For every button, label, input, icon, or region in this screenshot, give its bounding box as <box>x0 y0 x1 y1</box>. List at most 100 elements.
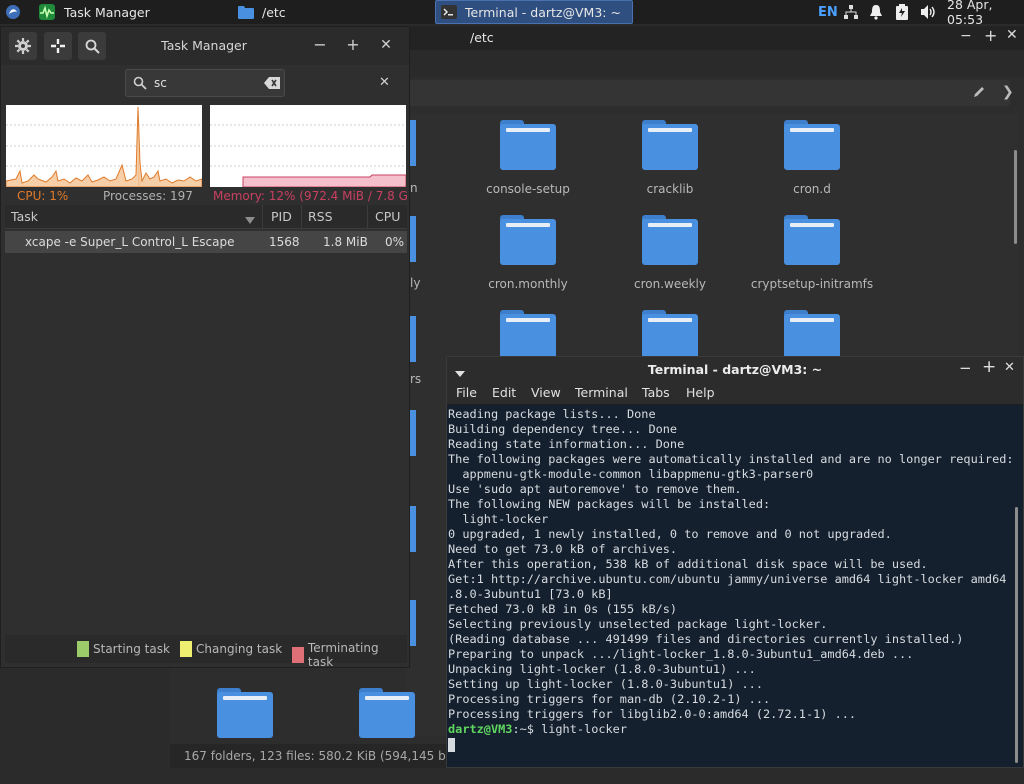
folder-name-partial: rs <box>410 372 422 386</box>
folder-item[interactable]: cracklib <box>600 120 740 216</box>
maximize-button[interactable]: + <box>982 357 996 377</box>
legend-swatch <box>180 641 192 657</box>
minimize-button[interactable]: − <box>959 359 972 377</box>
terminal-line: Unpacking light-locker (1.8.0-3ubuntu1) … <box>448 662 756 676</box>
battery-icon[interactable] <box>896 0 908 24</box>
panel-task-label: /etc <box>262 4 286 20</box>
folder-icon <box>642 120 698 170</box>
edit-location-icon[interactable] <box>972 85 986 102</box>
terminal-output[interactable]: Reading package lists... Done Building de… <box>447 407 1013 767</box>
maximize-button[interactable]: + <box>344 35 362 55</box>
gear-icon <box>15 38 31 54</box>
sidebar-toggle-icon[interactable]: ❯ <box>1002 84 1014 100</box>
folder-item[interactable]: cron.d <box>742 120 882 216</box>
search-button[interactable] <box>78 32 106 60</box>
column-header-pid[interactable]: PID <box>271 209 292 224</box>
settings-button[interactable] <box>9 32 37 60</box>
process-list[interactable] <box>5 253 407 633</box>
terminal-titlebar[interactable]: Terminal - dartz@VM3: ~ − + ✕ <box>447 357 1023 381</box>
legend-starting: Starting task <box>77 641 170 657</box>
keyboard-layout-indicator[interactable]: EN <box>818 0 838 24</box>
terminal-line: After this operation, 538 kB of addition… <box>448 557 928 571</box>
folder-icon <box>500 310 556 360</box>
prompt-user: dartz@VM3 <box>448 722 513 736</box>
sort-descending-icon[interactable] <box>245 213 255 227</box>
column-divider <box>301 205 302 229</box>
folder-icon <box>642 215 698 265</box>
folder-icon <box>217 688 273 738</box>
column-header-rss[interactable]: RSS <box>308 209 333 224</box>
memory-usage-label: Memory: 12% (972.4 MiB / 7.8 Gi <box>213 189 407 203</box>
file-view-scrollbar[interactable] <box>1014 150 1017 244</box>
task-manager-window: Task Manager − + ✕ sc ✕ CPU: 1% Processe… <box>0 26 410 669</box>
folder-item[interactable]: console-setup <box>458 120 598 216</box>
panel-task-file-manager[interactable]: /etc <box>238 0 398 24</box>
folder-name: cron.d <box>793 182 831 196</box>
legend-swatch <box>292 647 304 663</box>
memory-graph <box>210 105 407 188</box>
menu-file[interactable]: File <box>456 385 477 400</box>
terminal-lines: Reading package lists... Done Building de… <box>448 407 1013 722</box>
panel-task-task-manager[interactable]: Task Manager <box>36 0 206 24</box>
minimize-icon[interactable]: − <box>960 28 972 44</box>
folder-item[interactable]: cryptsetup-initramfs <box>742 215 882 311</box>
terminal-line: (Reading database ... 491499 files and d… <box>448 632 964 646</box>
folder-item[interactable] <box>317 688 457 784</box>
location-bar[interactable] <box>406 80 1010 106</box>
folder-name-partial: n <box>410 181 418 195</box>
terminal-window: Terminal - dartz@VM3: ~ − + ✕ File Edit … <box>446 356 1024 768</box>
column-header-task[interactable]: Task <box>11 209 38 224</box>
network-icon[interactable] <box>843 0 859 24</box>
close-button[interactable]: ✕ <box>377 35 395 55</box>
folder-icon <box>410 506 416 552</box>
terminal-line: Reading package lists... Done <box>448 407 656 421</box>
whisker-menu-icon[interactable] <box>5 4 21 20</box>
close-search-button[interactable]: ✕ <box>379 75 390 90</box>
menu-tabs[interactable]: Tabs <box>642 385 670 400</box>
menu-help[interactable]: Help <box>686 385 715 400</box>
notification-bell-icon[interactable] <box>868 0 884 24</box>
terminal-line: Use 'sudo apt autoremove' to remove them… <box>448 482 742 496</box>
legend-label: Changing task <box>196 642 283 656</box>
window-title: Terminal - dartz@VM3: ~ <box>647 362 823 377</box>
terminal-line: Fetched 73.0 kB in 0s (155 kB/s) <box>448 602 678 616</box>
folder-item[interactable] <box>175 688 315 784</box>
terminal-line: Preparing to unpack .../light-locker_1.8… <box>448 647 914 661</box>
terminal-menubar: File Edit View Terminal Tabs Help <box>447 381 1023 405</box>
terminal-line: Building dependency tree... Done <box>448 422 678 436</box>
menu-terminal[interactable]: Terminal <box>575 385 628 400</box>
terminal-line: 0 upgraded, 1 newly installed, 0 to remo… <box>448 527 892 541</box>
panel-task-terminal[interactable]: Terminal - dartz@VM3: ~ <box>435 0 633 24</box>
menu-edit[interactable]: Edit <box>492 385 516 400</box>
search-icon <box>85 39 100 54</box>
minimize-button[interactable]: − <box>311 35 329 55</box>
task-cpu: 0% <box>385 235 405 249</box>
terminal-line: Reading state information... Done <box>448 437 685 451</box>
column-header-cpu[interactable]: CPU <box>375 209 400 224</box>
folder-icon <box>410 316 416 362</box>
search-icon <box>133 76 147 93</box>
panel-task-label: Task Manager <box>64 4 150 20</box>
column-divider <box>367 205 368 229</box>
folder-icon <box>500 120 556 170</box>
terminal-icon <box>441 5 457 19</box>
table-row[interactable]: xcape -e Super_L Control_L Escape 1568 1… <box>5 231 407 253</box>
folder-icon <box>784 120 840 170</box>
legend-label: Starting task <box>93 642 170 656</box>
identify-window-button[interactable] <box>44 32 72 60</box>
legend-swatch <box>77 641 89 657</box>
close-button[interactable]: ✕ <box>1004 360 1015 375</box>
clear-search-icon[interactable] <box>264 77 280 92</box>
close-icon[interactable]: ✕ <box>1006 27 1018 43</box>
terminal-scrollbar[interactable] <box>1015 507 1018 763</box>
folder-name: cron.monthly <box>488 277 568 291</box>
clock[interactable]: 28 Apr, 05:53 <box>947 0 1024 27</box>
menu-view[interactable]: View <box>531 385 561 400</box>
folder-icon <box>784 215 840 265</box>
maximize-icon[interactable]: + <box>984 26 997 45</box>
folder-name: cracklib <box>646 182 694 196</box>
volume-icon[interactable] <box>920 0 938 24</box>
folder-item[interactable]: cron.weekly <box>600 215 740 311</box>
process-search-input[interactable]: sc <box>125 69 285 97</box>
folder-item[interactable]: cron.monthly <box>458 215 598 311</box>
